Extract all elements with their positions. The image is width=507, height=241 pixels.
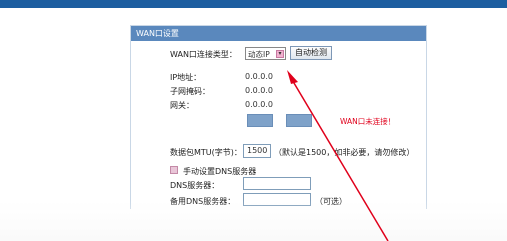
wan-status-text: WAN口未连接！ <box>340 117 396 126</box>
bottom-fade <box>0 200 507 241</box>
auto-detect-button[interactable]: 自动检测 <box>290 46 332 60</box>
connect-button[interactable] <box>247 114 273 127</box>
manual-dns-label: 手动设置DNS服务器 <box>183 167 257 176</box>
mtu-input[interactable]: 1500 <box>243 144 271 158</box>
dns-input[interactable] <box>243 177 311 190</box>
mtu-label: 数据包MTU(字节)： <box>170 148 242 157</box>
mtu-note: （默认是1500，如非必要，请勿修改） <box>274 148 415 157</box>
ip-value: 0.0.0.0 <box>245 72 273 81</box>
subnet-value: 0.0.0.0 <box>245 86 273 95</box>
dropdown-arrow-icon[interactable]: ▾ <box>276 50 284 58</box>
dns-label: DNS服务器： <box>170 181 220 190</box>
panel-title: WAN口设置 <box>131 26 426 41</box>
top-bar <box>0 0 507 8</box>
connection-type-select[interactable]: 动态IP ▾ <box>245 47 286 60</box>
connection-type-value: 动态IP <box>248 50 270 59</box>
manual-dns-checkbox[interactable] <box>170 166 178 174</box>
gateway-label: 网关： <box>170 101 194 110</box>
disconnect-button[interactable] <box>286 114 312 127</box>
subnet-label: 子网掩码： <box>170 87 210 96</box>
gateway-value: 0.0.0.0 <box>245 100 273 109</box>
ip-label: IP地址： <box>170 73 202 82</box>
connection-type-label: WAN口连接类型： <box>170 50 237 59</box>
